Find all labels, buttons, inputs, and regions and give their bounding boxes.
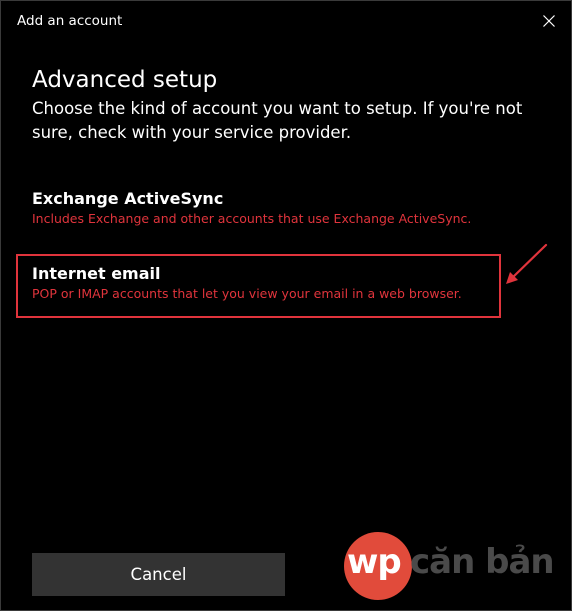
option-description: Includes Exchange and other accounts tha… [32,211,472,226]
page-heading: Advanced setup [32,67,218,93]
watermark-logo: wp căn bản [344,532,564,602]
close-button[interactable] [527,1,571,41]
option-title: Exchange ActiveSync [32,189,224,208]
option-internet-email[interactable]: Internet email POP or IMAP accounts that… [32,263,462,303]
window-title: Add an account [17,13,123,29]
add-account-dialog: Add an account Advanced setup Choose the… [0,0,572,611]
watermark-wp-text: wp [347,542,402,582]
red-arrow-annotation-icon [506,243,548,284]
page-description: Choose the kind of account you want to s… [32,99,523,142]
option-description: POP or IMAP accounts that let you view y… [32,286,462,301]
watermark-brand-text: căn bản [410,542,555,582]
close-icon [543,15,555,27]
cancel-button[interactable]: Cancel [32,553,285,596]
title-bar: Add an account [1,1,571,41]
option-title: Internet email [32,264,161,283]
option-exchange-activesync[interactable]: Exchange ActiveSync Includes Exchange an… [32,188,471,228]
